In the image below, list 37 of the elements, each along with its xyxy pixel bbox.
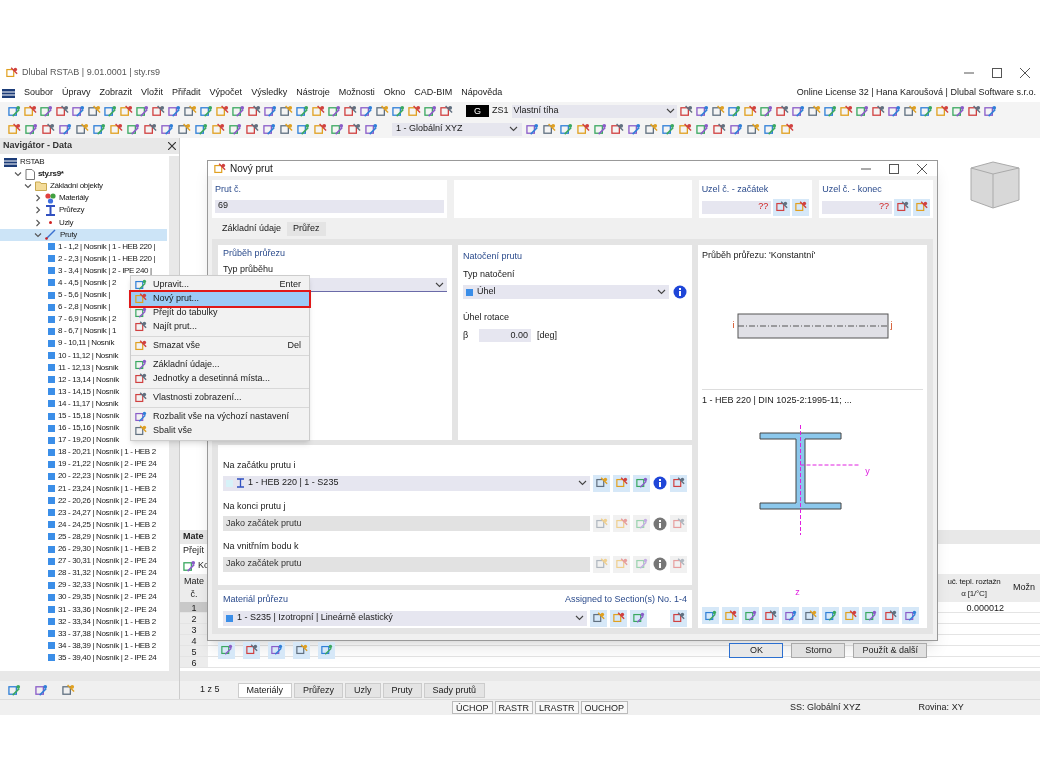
column-header: Možn: [1012, 581, 1036, 595]
status-text: SS: Globální XYZ: [790, 700, 861, 714]
window-title: Dlubal RSTAB | 9.01.0001 | sty.rs9: [22, 66, 160, 80]
shortcut-label: Enter: [279, 278, 301, 292]
dialog-title: Nový prut: [230, 162, 273, 176]
field-label: Prut č.: [215, 183, 242, 196]
section-title: 1 - HEB 220 | DIN 1025-2:1995-11; ...: [702, 394, 852, 405]
preview-title: Průběh průřezu: 'Konstantní': [702, 249, 817, 262]
column-header: uč. tepl. roztažn α [1/°C]: [946, 576, 1002, 600]
load-type-badge: G: [466, 105, 489, 117]
field-label: Uzel č. - konec: [822, 183, 883, 196]
symbol-label: β: [463, 328, 470, 342]
field-label: Úhel rotace: [463, 311, 511, 324]
status-text: Rovina: XY: [918, 700, 964, 714]
field-label: Na začátku prutu i: [223, 459, 297, 472]
field-label: Typ natočení: [463, 267, 516, 281]
assignment-note: Assigned to Section(s) No. 1-4: [564, 593, 687, 606]
pager-label: 1 z 5: [199, 683, 221, 697]
license-info: Online License 32 | Hana Karoušová | Dlubal Software s.r.o.: [796, 86, 1036, 100]
axis-label: y: [865, 465, 870, 478]
panel-title: Navigátor - Data: [3, 139, 73, 153]
panel-title: Průběh průřezu: [223, 247, 287, 260]
unit-label: [deg]: [537, 328, 558, 342]
panel-title: Mate: [183, 530, 204, 544]
panel-title: Natočení prutu: [463, 250, 524, 263]
axis-label: z: [795, 585, 800, 599]
shortcut-label: Del: [287, 339, 301, 353]
end-label: j: [890, 318, 893, 332]
field-label: Typ průběhu: [223, 262, 275, 276]
table-cell-text: 0.000012: [965, 602, 1005, 612]
field-label: Na konci prutu j: [223, 499, 287, 513]
field-label: Uzel č. - začátek: [701, 183, 770, 196]
column-header: Mate č.: [183, 574, 205, 601]
end-label: i: [732, 318, 735, 332]
panel-title: Materiál průřezu: [223, 593, 289, 606]
field-label: Na vnitřním bodu k: [223, 540, 300, 553]
load-case-label: ZS1: [492, 104, 509, 118]
